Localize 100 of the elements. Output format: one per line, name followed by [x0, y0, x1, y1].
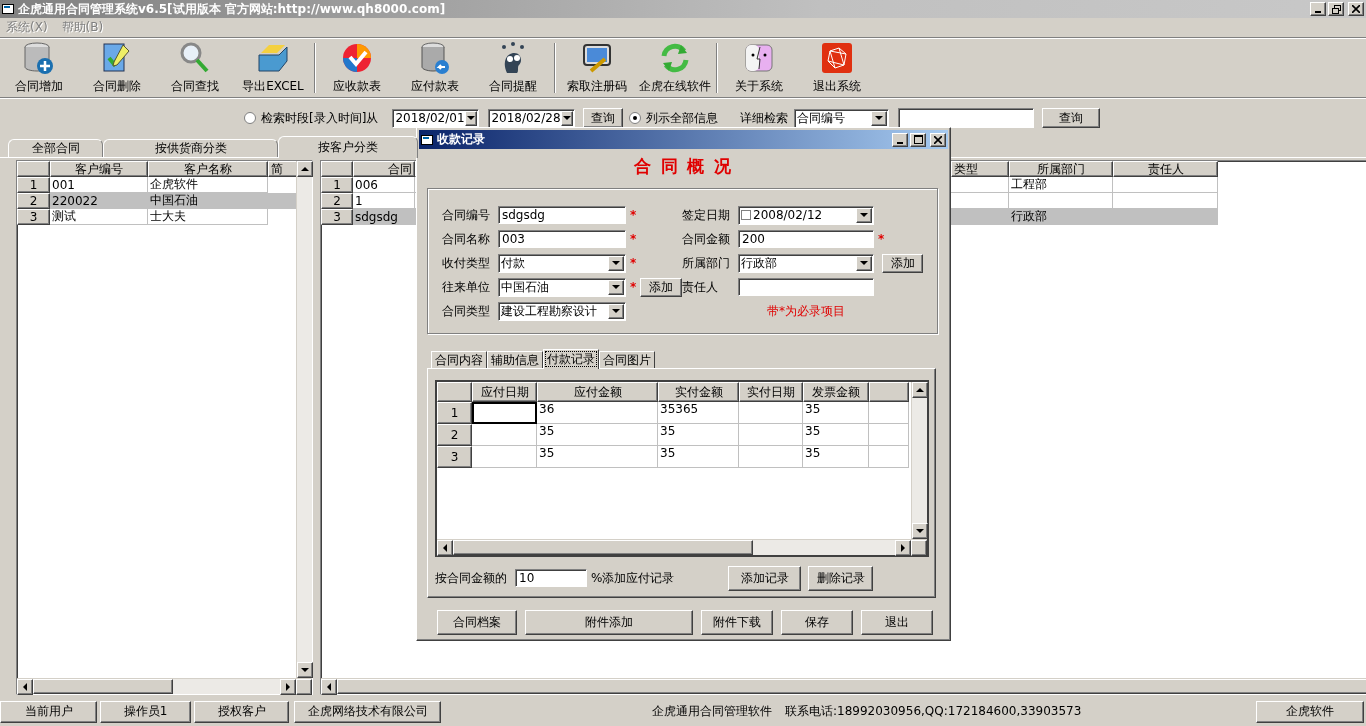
tab[interactable]: 按供货商分类	[103, 139, 278, 157]
text-field[interactable]: sdgsdg	[498, 206, 626, 224]
scroll-down-button[interactable]	[912, 523, 928, 539]
scroll-up-button[interactable]	[912, 382, 928, 398]
query-button[interactable]: 查询	[1042, 108, 1101, 128]
focused-cell[interactable]	[472, 402, 537, 424]
close-button[interactable]	[1348, 2, 1364, 16]
tab[interactable]: 按客户分类	[278, 136, 418, 158]
horizontal-scrollbar[interactable]	[437, 539, 927, 555]
tab[interactable]: 辅助信息	[487, 351, 543, 368]
combo-box[interactable]: 建设工程勘察设计	[498, 301, 626, 321]
tab[interactable]: 付款记录	[543, 349, 599, 369]
status-panel: 企虎软件	[1256, 700, 1364, 723]
vertical-scrollbar[interactable]	[911, 382, 927, 539]
required-mark: *	[629, 256, 638, 270]
maximize-button[interactable]	[910, 132, 926, 147]
table-cell: 35	[537, 424, 658, 446]
dialog-button[interactable]: 附件下载	[701, 610, 773, 635]
scroll-left-button[interactable]	[17, 679, 33, 695]
scroll-thumb[interactable]	[33, 679, 173, 694]
scroll-left-button[interactable]	[321, 679, 337, 695]
restore-button[interactable]	[1328, 2, 1344, 16]
query-button[interactable]: 查询	[583, 108, 624, 128]
toolbar-separator	[716, 43, 718, 93]
add-button[interactable]: 添加	[882, 253, 923, 273]
tab[interactable]: 合同图片	[599, 351, 655, 368]
row-header: 1	[437, 402, 472, 424]
combo-box[interactable]: 行政部	[738, 253, 874, 273]
vertical-scrollbar[interactable]	[296, 161, 312, 678]
date-picker[interactable]: 2008/02/12	[738, 205, 874, 225]
table-cell: 行政部	[1009, 209, 1113, 225]
toolbar-button[interactable]: 应付款表	[396, 40, 474, 96]
dialog-button[interactable]: 保存	[781, 610, 853, 635]
column-header[interactable]: 类型	[951, 161, 1009, 177]
minimize-button[interactable]	[1310, 2, 1326, 16]
toolbar-button[interactable]: 合同提醒	[474, 40, 552, 96]
column-header[interactable]: 所属部门	[1009, 161, 1113, 177]
toolbar-button[interactable]: 合同查找	[156, 40, 234, 96]
column-header[interactable]: 实付金额	[658, 382, 739, 402]
table-cell: 220022	[50, 193, 148, 209]
column-header[interactable]: 发票金额	[803, 382, 869, 402]
search-icon	[179, 41, 211, 75]
minimize-icon	[897, 141, 903, 144]
text-field[interactable]: 200	[738, 230, 874, 248]
toolbar-button[interactable]: 企虎在线软件	[636, 40, 714, 96]
date-picker[interactable]: 2018/02/28	[488, 108, 576, 128]
table-row[interactable]: 2 220022 中国石油	[17, 193, 296, 209]
column-header[interactable]: 客户编号	[50, 161, 148, 177]
toolbar-button[interactable]: 索取注册码	[558, 40, 636, 96]
dialog-button[interactable]: 附件添加	[525, 610, 693, 635]
field-label: 合同名称	[442, 230, 491, 248]
column-header[interactable]: 应付日期	[472, 382, 537, 402]
radio-button[interactable]	[244, 112, 256, 124]
column-header[interactable]: 实付日期	[739, 382, 803, 402]
combo-box[interactable]: 付款	[498, 253, 626, 273]
percent-field[interactable]: 10	[515, 569, 587, 587]
add-record-button[interactable]: 添加记录	[728, 565, 802, 591]
toolbar-button[interactable]: 关于系统	[720, 40, 798, 96]
table-cell	[739, 446, 803, 468]
toolbar-button[interactable]: 合同增加	[0, 40, 78, 96]
column-header[interactable]: 简	[268, 161, 298, 177]
toolbar-button[interactable]: 应收款表	[318, 40, 396, 96]
scroll-right-button[interactable]	[280, 679, 296, 695]
combo-box[interactable]: 合同编号	[794, 108, 890, 128]
column-header[interactable]: 客户名称	[148, 161, 268, 177]
scroll-up-button[interactable]	[297, 161, 313, 177]
add-button[interactable]: 添加	[640, 277, 682, 297]
horizontal-scrollbar[interactable]	[17, 678, 312, 694]
close-button[interactable]	[930, 132, 946, 147]
text-field[interactable]: 003	[498, 230, 626, 248]
dialog-button[interactable]: 退出	[861, 610, 933, 635]
required-mark: *	[629, 280, 638, 294]
date-picker[interactable]: 2018/02/01	[392, 108, 480, 128]
minimize-button[interactable]	[892, 132, 908, 147]
close-icon	[1352, 5, 1360, 13]
scroll-down-button[interactable]	[297, 662, 313, 678]
cube-icon	[821, 41, 853, 75]
column-header[interactable]	[869, 382, 909, 402]
tab[interactable]: 全部合同	[8, 139, 103, 157]
scroll-right-button[interactable]	[895, 540, 911, 556]
row-header: 3	[437, 446, 472, 468]
combo-box[interactable]: 中国石油	[498, 277, 626, 297]
required-note: 带*为必录项目	[767, 302, 845, 320]
column-header[interactable]: 责任人	[1113, 161, 1218, 177]
tab[interactable]: 合同内容	[431, 351, 487, 368]
dialog-button[interactable]: 合同档案	[437, 610, 517, 635]
column-header[interactable]: 合同	[353, 161, 415, 177]
delete-record-button[interactable]: 删除记录	[808, 565, 874, 591]
text-field[interactable]	[738, 278, 874, 296]
scroll-thumb[interactable]	[453, 540, 753, 555]
table-row[interactable]: 3 测试 士大夫	[17, 209, 296, 225]
radio-button[interactable]	[629, 112, 642, 124]
scroll-left-button[interactable]	[437, 540, 453, 556]
row-header: 2	[437, 424, 472, 446]
toolbar-button[interactable]: 退出系统	[798, 40, 876, 96]
field-label: 往来单位	[442, 278, 491, 296]
search-field[interactable]	[898, 108, 1035, 128]
toolbar-button[interactable]: 合同删除	[78, 40, 156, 96]
column-header[interactable]: 应付金额	[537, 382, 658, 402]
toolbar-button[interactable]: 导出EXCEL	[234, 40, 312, 96]
